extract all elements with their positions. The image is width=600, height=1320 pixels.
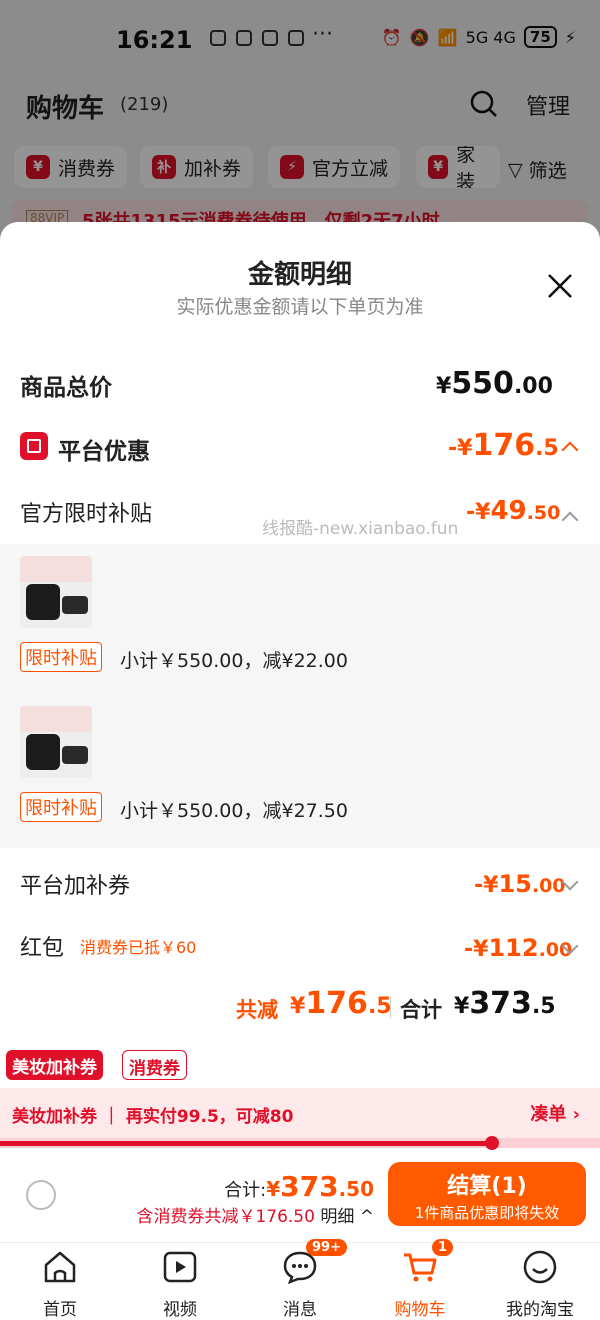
price-decimal: .5 xyxy=(367,994,392,1019)
checkout-bar: 合计:¥373.50 含消费券共减￥176.50 明细 ^ 结算(1) 1件商品… xyxy=(0,1150,600,1242)
currency-symbol: -¥ xyxy=(474,873,499,898)
price-integer: 373 xyxy=(280,1170,339,1203)
bottom-tab-bar: 首页 视频 99+ 消息 1 购物车 我的淘宝 xyxy=(0,1239,600,1320)
makeup-tags: 美妆加补券 消费券 xyxy=(0,1046,600,1086)
product-jar xyxy=(62,596,88,614)
item-subtotal: 小计￥550.00，减¥27.50 xyxy=(120,800,348,822)
price-decimal: .5 xyxy=(535,436,559,461)
goods-total-price: ¥550.00 xyxy=(436,366,553,401)
subsidy-label: 官方限时补贴 xyxy=(20,502,153,527)
makeup-coupon-tag: 美妆加补券 xyxy=(6,1050,103,1080)
collapse-icon[interactable] xyxy=(561,511,579,529)
currency-symbol: -¥ xyxy=(464,937,489,962)
tab-messages[interactable]: 99+ 消息 xyxy=(250,1239,350,1320)
product-jar xyxy=(26,584,60,620)
price-integer: 176 xyxy=(305,986,368,1021)
sheet-title: 金额明细 xyxy=(247,260,352,290)
price-decimal: .50 xyxy=(338,1177,374,1201)
price-integer: 112 xyxy=(488,934,539,962)
checkout-button-label: 结算(1) xyxy=(447,1174,527,1199)
red-packet-price[interactable]: -¥112.00 xyxy=(464,934,572,962)
currency-symbol: ¥ xyxy=(454,994,470,1019)
tab-label: 首页 xyxy=(43,1300,77,1320)
total-label: 合计 xyxy=(400,998,442,1022)
product-banner xyxy=(20,706,92,732)
cart-icon xyxy=(404,1253,437,1282)
price-integer: 15 xyxy=(498,870,532,898)
consumption-coupon-tag: 消费券 xyxy=(122,1050,187,1080)
price-integer: 49 xyxy=(490,496,527,526)
checkout-button[interactable]: 结算(1) 1件商品优惠即将失效 xyxy=(388,1162,586,1226)
item-subtotal: 小计￥550.00，减¥22.00 xyxy=(120,650,348,672)
saving-text: 含消费券共减￥176.50 xyxy=(136,1207,315,1227)
video-icon xyxy=(163,1251,197,1283)
goods-total-label: 商品总价 xyxy=(20,375,112,401)
total-amount: ¥373.5 xyxy=(454,986,556,1021)
product-jar xyxy=(62,746,88,764)
profile-icon xyxy=(523,1250,557,1284)
product-thumbnail[interactable] xyxy=(20,706,92,778)
sheet-subtitle: 实际优惠金额请以下单页为准 xyxy=(176,296,424,318)
price-decimal: .5 xyxy=(531,994,556,1019)
red-packet-label: 红包 xyxy=(20,936,65,961)
tab-label: 视频 xyxy=(163,1300,197,1320)
price-integer: 176 xyxy=(472,428,536,463)
platform-coupon-price[interactable]: -¥15.00 xyxy=(474,870,566,898)
checkout-button-sub: 1件商品优惠即将失效 xyxy=(414,1204,560,1222)
collapse-icon[interactable] xyxy=(561,441,579,459)
close-icon[interactable] xyxy=(546,272,574,300)
add-items-link[interactable]: 凑单 › xyxy=(530,1100,580,1126)
limited-subsidy-tag: 限时补贴 xyxy=(20,792,102,822)
platform-discount-label: 平台优惠 xyxy=(58,439,150,465)
product-jar xyxy=(26,734,60,770)
tab-label: 消息 xyxy=(283,1300,317,1320)
subsidy-price[interactable]: -¥49.50 xyxy=(466,496,560,526)
tab-label: 我的淘宝 xyxy=(506,1300,574,1320)
makeup-bar-text: 美妆加补券 ｜ 再实付99.5，可减80 xyxy=(12,1107,294,1127)
checkout-total-label: 合计: xyxy=(224,1180,267,1201)
checkout-total-price: ¥373.50 xyxy=(266,1170,374,1203)
tab-label: 购物车 xyxy=(394,1300,446,1320)
coupon-deducted-note: 消费券已抵￥60 xyxy=(80,938,197,957)
platform-discount-icon xyxy=(20,432,48,460)
price-integer: 550 xyxy=(451,366,514,401)
app-root: 16:21 ··· ⏰ 🔕 📶 5G 4G 75 ⚡ 购物车 (219) 管理 … xyxy=(0,0,600,1320)
price-integer: 373 xyxy=(469,986,532,1021)
limited-subsidy-tag: 限时补贴 xyxy=(20,642,102,672)
currency-symbol: -¥ xyxy=(466,500,491,525)
product-thumbnail[interactable] xyxy=(20,556,92,628)
divider xyxy=(390,996,391,1018)
cart-badge: 1 xyxy=(432,1239,454,1256)
product-banner xyxy=(20,556,92,582)
currency-symbol: ¥ xyxy=(290,994,306,1019)
watermark: 线报酷-new.xianbao.fun xyxy=(262,519,459,539)
select-all-checkbox[interactable] xyxy=(26,1180,56,1210)
detail-toggle[interactable]: 明细 ^ xyxy=(320,1207,374,1227)
tab-profile[interactable]: 我的淘宝 xyxy=(490,1249,590,1320)
currency-symbol: -¥ xyxy=(448,436,473,461)
saved-amount: ¥176.5 xyxy=(290,986,392,1021)
home-icon xyxy=(44,1251,76,1283)
message-badge: 99+ xyxy=(306,1239,347,1256)
price-decimal: .00 xyxy=(513,374,553,399)
tab-video[interactable]: 视频 xyxy=(130,1249,230,1320)
currency-symbol: ¥ xyxy=(436,374,452,399)
tab-home[interactable]: 首页 xyxy=(10,1249,110,1320)
coupon-progress xyxy=(0,1136,600,1150)
currency-symbol: ¥ xyxy=(266,1177,281,1201)
price-decimal: .50 xyxy=(526,502,561,524)
platform-coupon-label: 平台加补券 xyxy=(20,874,131,899)
checkout-saving: 含消费券共减￥176.50 明细 ^ xyxy=(136,1202,374,1227)
progress-knob xyxy=(485,1136,499,1150)
price-decimal: .00 xyxy=(531,875,566,897)
makeup-coupon-bar[interactable]: 美妆加补券 ｜ 再实付99.5，可减80 凑单 › xyxy=(0,1088,600,1138)
progress-fill xyxy=(0,1141,492,1146)
checkout-total: 合计:¥373.50 xyxy=(224,1170,374,1203)
subsidy-items-panel: 限时补贴 小计￥550.00，减¥22.00 限时补贴 小计￥550.00，减¥… xyxy=(0,544,600,848)
saved-label: 共减 xyxy=(236,998,278,1022)
platform-discount-price[interactable]: -¥176.5 xyxy=(448,428,559,463)
tab-cart[interactable]: 1 购物车 xyxy=(370,1239,470,1320)
